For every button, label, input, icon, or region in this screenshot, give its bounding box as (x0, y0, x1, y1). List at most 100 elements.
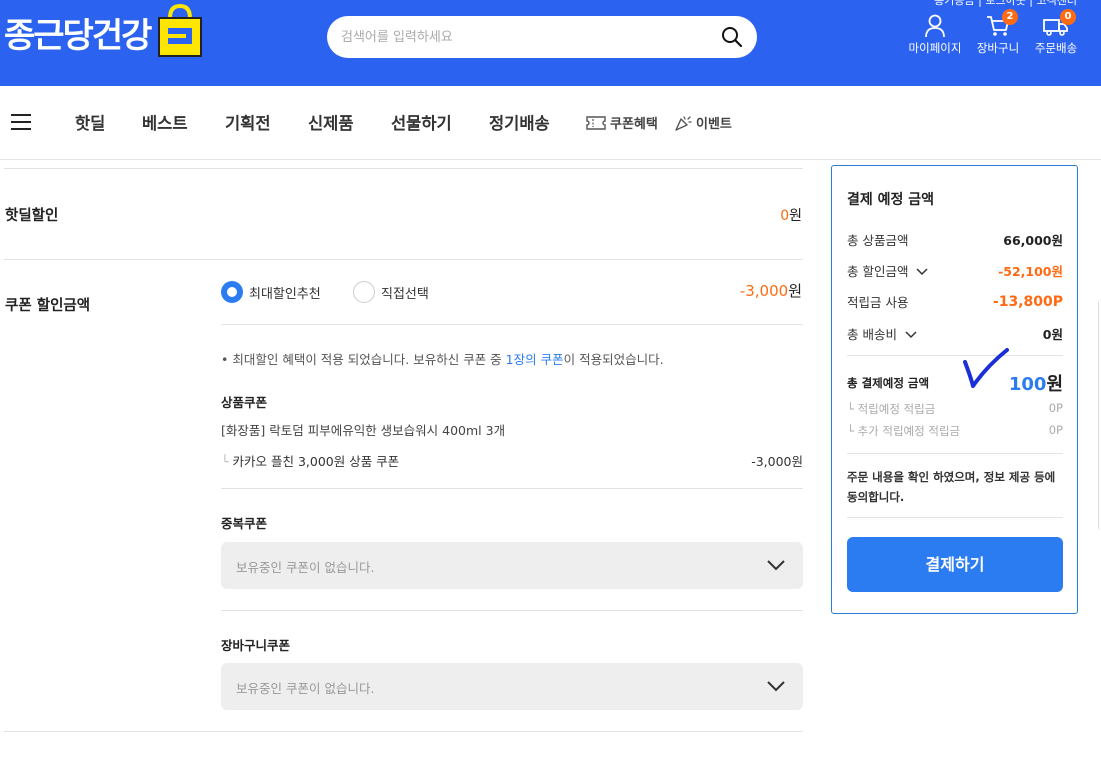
cart-coupon-placeholder: 보유중인 쿠폰이 없습니다. (236, 681, 375, 696)
note-text-post: 이 적용되었습니다. (563, 352, 664, 367)
radio-manual-select-label: 직접선택 (381, 286, 429, 302)
divider (847, 517, 1063, 518)
expected-points-row: └ 적립예정 적립금 0P (847, 401, 1063, 417)
chevron-down-icon (767, 681, 785, 692)
coupon-name: └ 카카오 플친 3,000원 상품 쿠폰 (221, 454, 400, 469)
row-label: 적립금 사용 (847, 295, 909, 310)
agreement-text: 주문 내용을 확인 하였으며, 정보 제공 등에 동의합니다. (847, 470, 1056, 504)
coupon-icon (586, 115, 606, 130)
radio-selected-icon (221, 281, 243, 303)
divider (221, 324, 803, 325)
row-value: 0P (1048, 401, 1063, 415)
product-coupon-amount: -3,000원 (751, 454, 803, 469)
radio-unselected-icon (353, 281, 375, 303)
row-label-with-toggle: 총 할인금액 (847, 261, 928, 280)
delivery-count-badge: 0 (1060, 9, 1076, 25)
radio-max-discount[interactable]: 최대할인추천 (221, 281, 321, 303)
cart-button[interactable]: 2 장바구니 (966, 9, 1030, 56)
nav-hotdeal[interactable]: 핫딜 (75, 110, 105, 134)
nav-event[interactable]: 이벤트 (674, 113, 732, 132)
total-payment-row: 총 결제예정 금액 100원 (847, 370, 1063, 396)
extra-points-row: └ 추가 적립예정 적립금 0P (847, 423, 1063, 439)
coupon-product-name: [화장품] 락토덤 피부에유익한 생보습워시 400ml 3개 (221, 423, 506, 438)
row-value: 66,000원 (1003, 233, 1063, 248)
hotdeal-amount-number: 0 (780, 208, 790, 224)
duplicate-coupon-title: 중복쿠폰 (221, 516, 268, 531)
total-product-amount-row: 총 상품금액 66,000원 (847, 230, 1063, 249)
row-value: -13,800P (992, 293, 1063, 310)
total-payment-label: 총 결제예정 금액 (847, 376, 930, 390)
radio-manual-select[interactable]: 직접선택 (353, 281, 429, 303)
row-label: 총 상품금액 (847, 233, 909, 248)
search-icon[interactable] (721, 26, 743, 48)
shipping-fee-row[interactable]: 총 배송비 0원 (847, 324, 1063, 343)
chevron-down-icon[interactable] (916, 268, 928, 276)
order-delivery-button[interactable]: 0 주문배송 (1024, 9, 1088, 56)
radio-max-discount-label: 최대할인추천 (249, 286, 321, 302)
row-value: -52,100원 (998, 264, 1063, 279)
shopping-bag-logo-icon (158, 4, 202, 57)
nav-subscription[interactable]: 정기배송 (489, 110, 550, 134)
nav-coupon[interactable]: 쿠폰혜택 (586, 113, 658, 132)
cart-coupon-select[interactable]: 보유중인 쿠폰이 없습니다. (221, 663, 803, 710)
divider (4, 168, 803, 169)
total-payment-unit: 원 (1046, 374, 1063, 395)
total-discount-row[interactable]: 총 할인금액 -52,100원 (847, 261, 1063, 280)
coupon-amount-number: -3,000 (739, 282, 789, 300)
coupon-name-text: 카카오 플친 3,000원 상품 쿠폰 (232, 454, 400, 469)
applied-coupon-link[interactable]: 1장의 쿠폰 (506, 352, 564, 367)
row-label: └ 적립예정 적립금 (847, 402, 936, 416)
nav-best[interactable]: 베스트 (142, 110, 188, 134)
menu-icon[interactable] (11, 114, 31, 130)
coupon-applied-note: • 최대할인 혜택이 적용 되었습니다. 보유하신 쿠폰 중 1장의 쿠폰이 적… (221, 352, 664, 367)
coupon-discount-label: 쿠폰 할인금액 (5, 298, 91, 314)
total-payment-amount: 100원 (1009, 370, 1063, 396)
top-utility-links[interactable]: 종기승금 | 로그아웃 | 고객센터 (934, 0, 1077, 8)
hotdeal-discount-label: 핫딜할인 (5, 208, 59, 224)
party-popper-icon (675, 115, 692, 131)
chevron-down-icon (767, 560, 785, 571)
row-label-with-toggle: 총 배송비 (847, 324, 917, 343)
handwritten-check-mark-icon (963, 348, 1009, 388)
order-delivery-label: 주문배송 (1034, 41, 1078, 55)
divider (4, 259, 803, 260)
mypage-label: 마이페이지 (908, 41, 962, 55)
nav-gift[interactable]: 선물하기 (391, 110, 452, 134)
duplicate-coupon-placeholder: 보유중인 쿠폰이 없습니다. (236, 560, 375, 575)
nav-new[interactable]: 신제품 (308, 110, 354, 134)
search-bar (327, 16, 757, 58)
coupon-discount-amount: -3,000원 (740, 280, 802, 301)
logo[interactable]: 종근당건강 (4, 14, 152, 58)
search-input[interactable] (341, 16, 711, 58)
duplicate-coupon-select[interactable]: 보유중인 쿠폰이 없습니다. (221, 542, 803, 589)
top-header: 종근당건강 종기승금 | 로그아웃 | 고객센터 마이페이지 2 장바구니 (0, 0, 1101, 86)
divider (221, 610, 803, 611)
divider (221, 488, 803, 489)
pay-button[interactable]: 결제하기 (847, 537, 1063, 592)
divider (4, 731, 803, 732)
row-value: 0원 (1042, 327, 1063, 342)
row-value: 0P (1048, 423, 1063, 437)
chevron-down-icon[interactable] (905, 331, 917, 339)
note-text-pre: 최대할인 혜택이 적용 되었습니다. 보유하신 쿠폰 중 (232, 352, 506, 367)
payment-summary-panel: 결제 예정 금액 총 상품금액 66,000원 총 할인금액 -52,100원 … (831, 165, 1078, 614)
summary-title: 결제 예정 금액 (847, 192, 935, 208)
row-label: 총 배송비 (847, 327, 897, 342)
cart-label: 장바구니 (976, 41, 1020, 55)
row-label: 총 할인금액 (847, 264, 909, 279)
user-icon (925, 14, 945, 38)
mypage-button[interactable]: 마이페이지 (903, 14, 967, 56)
nav-exhibition[interactable]: 기획전 (225, 110, 271, 134)
points-used-row: 적립금 사용 -13,800P (847, 292, 1063, 311)
coupon-amount-unit: 원 (788, 282, 802, 300)
nav-event-label: 이벤트 (696, 117, 732, 132)
nav-coupon-label: 쿠폰혜택 (610, 117, 658, 132)
product-coupon-title: 상품쿠폰 (221, 395, 268, 410)
row-label: └ 추가 적립예정 적립금 (847, 424, 961, 438)
total-payment-number: 100 (1008, 374, 1047, 395)
divider (847, 355, 1063, 356)
main-nav: 핫딜 베스트 기획전 신제품 선물하기 정기배송 쿠폰혜택 이벤트 (0, 86, 1101, 160)
hotdeal-discount-amount: 0원 (780, 205, 802, 225)
hotdeal-amount-unit: 원 (789, 208, 802, 224)
divider (847, 453, 1063, 454)
